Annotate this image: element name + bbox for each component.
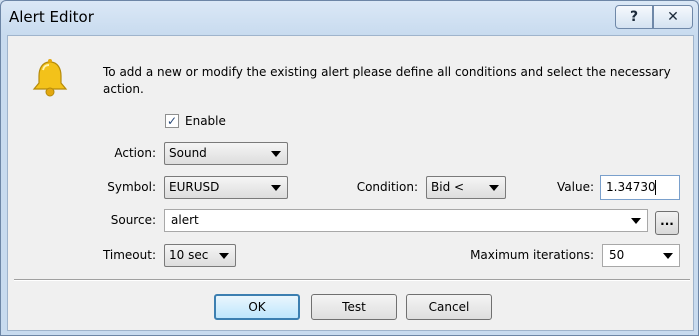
value-input[interactable]: 1.34730 bbox=[600, 175, 680, 200]
enable-checkbox[interactable]: ✓ bbox=[165, 114, 179, 128]
chevron-down-icon bbox=[219, 253, 229, 259]
dialog-body: To add a new or modify the existing aler… bbox=[7, 35, 694, 331]
close-icon: ✕ bbox=[667, 9, 679, 25]
divider bbox=[14, 279, 690, 281]
title-bar[interactable]: Alert Editor ? ✕ bbox=[1, 1, 698, 35]
timeout-select[interactable]: 10 sec bbox=[164, 244, 236, 267]
timeout-value: 10 sec bbox=[169, 248, 209, 262]
max-iterations-value: 50 bbox=[609, 248, 625, 262]
chevron-down-icon bbox=[489, 185, 499, 191]
checkmark-icon: ✓ bbox=[166, 114, 178, 128]
value-label: Value: bbox=[557, 180, 594, 194]
ok-button[interactable]: OK bbox=[214, 294, 300, 320]
chevron-down-icon bbox=[271, 185, 281, 191]
chevron-down-icon bbox=[631, 218, 641, 224]
action-select[interactable]: Sound bbox=[164, 142, 288, 165]
value-text: 1.34730 bbox=[606, 180, 656, 194]
condition-label: Condition: bbox=[356, 180, 418, 194]
source-value: alert bbox=[171, 213, 199, 227]
help-icon: ? bbox=[629, 9, 639, 25]
ellipsis-icon: ... bbox=[660, 214, 674, 228]
browse-button[interactable]: ... bbox=[655, 211, 679, 235]
bell-icon bbox=[32, 59, 68, 97]
close-button[interactable]: ✕ bbox=[653, 5, 693, 29]
enable-label: Enable bbox=[185, 114, 226, 128]
source-label: Source: bbox=[110, 213, 156, 227]
timeout-label: Timeout: bbox=[102, 248, 156, 262]
symbol-label: Symbol: bbox=[107, 180, 156, 194]
max-iterations-select[interactable]: 50 bbox=[602, 244, 680, 267]
source-select[interactable]: alert bbox=[164, 209, 648, 232]
chevron-down-icon bbox=[663, 253, 673, 259]
action-label: Action: bbox=[114, 146, 156, 160]
action-value: Sound bbox=[169, 146, 207, 160]
symbol-select[interactable]: EURUSD bbox=[164, 176, 288, 199]
cancel-button[interactable]: Cancel bbox=[406, 294, 492, 320]
alert-editor-window: Alert Editor ? ✕ To add a new or modify … bbox=[0, 0, 699, 336]
condition-select[interactable]: Bid < bbox=[426, 176, 506, 199]
help-button[interactable]: ? bbox=[615, 5, 653, 29]
symbol-value: EURUSD bbox=[169, 180, 220, 194]
window-title: Alert Editor bbox=[9, 8, 94, 26]
instructions-text: To add a new or modify the existing aler… bbox=[103, 65, 671, 96]
max-iterations-label: Maximum iterations: bbox=[470, 248, 594, 262]
condition-value: Bid < bbox=[431, 180, 465, 194]
test-button[interactable]: Test bbox=[311, 294, 397, 320]
chevron-down-icon bbox=[271, 151, 281, 157]
text-caret bbox=[655, 180, 656, 195]
